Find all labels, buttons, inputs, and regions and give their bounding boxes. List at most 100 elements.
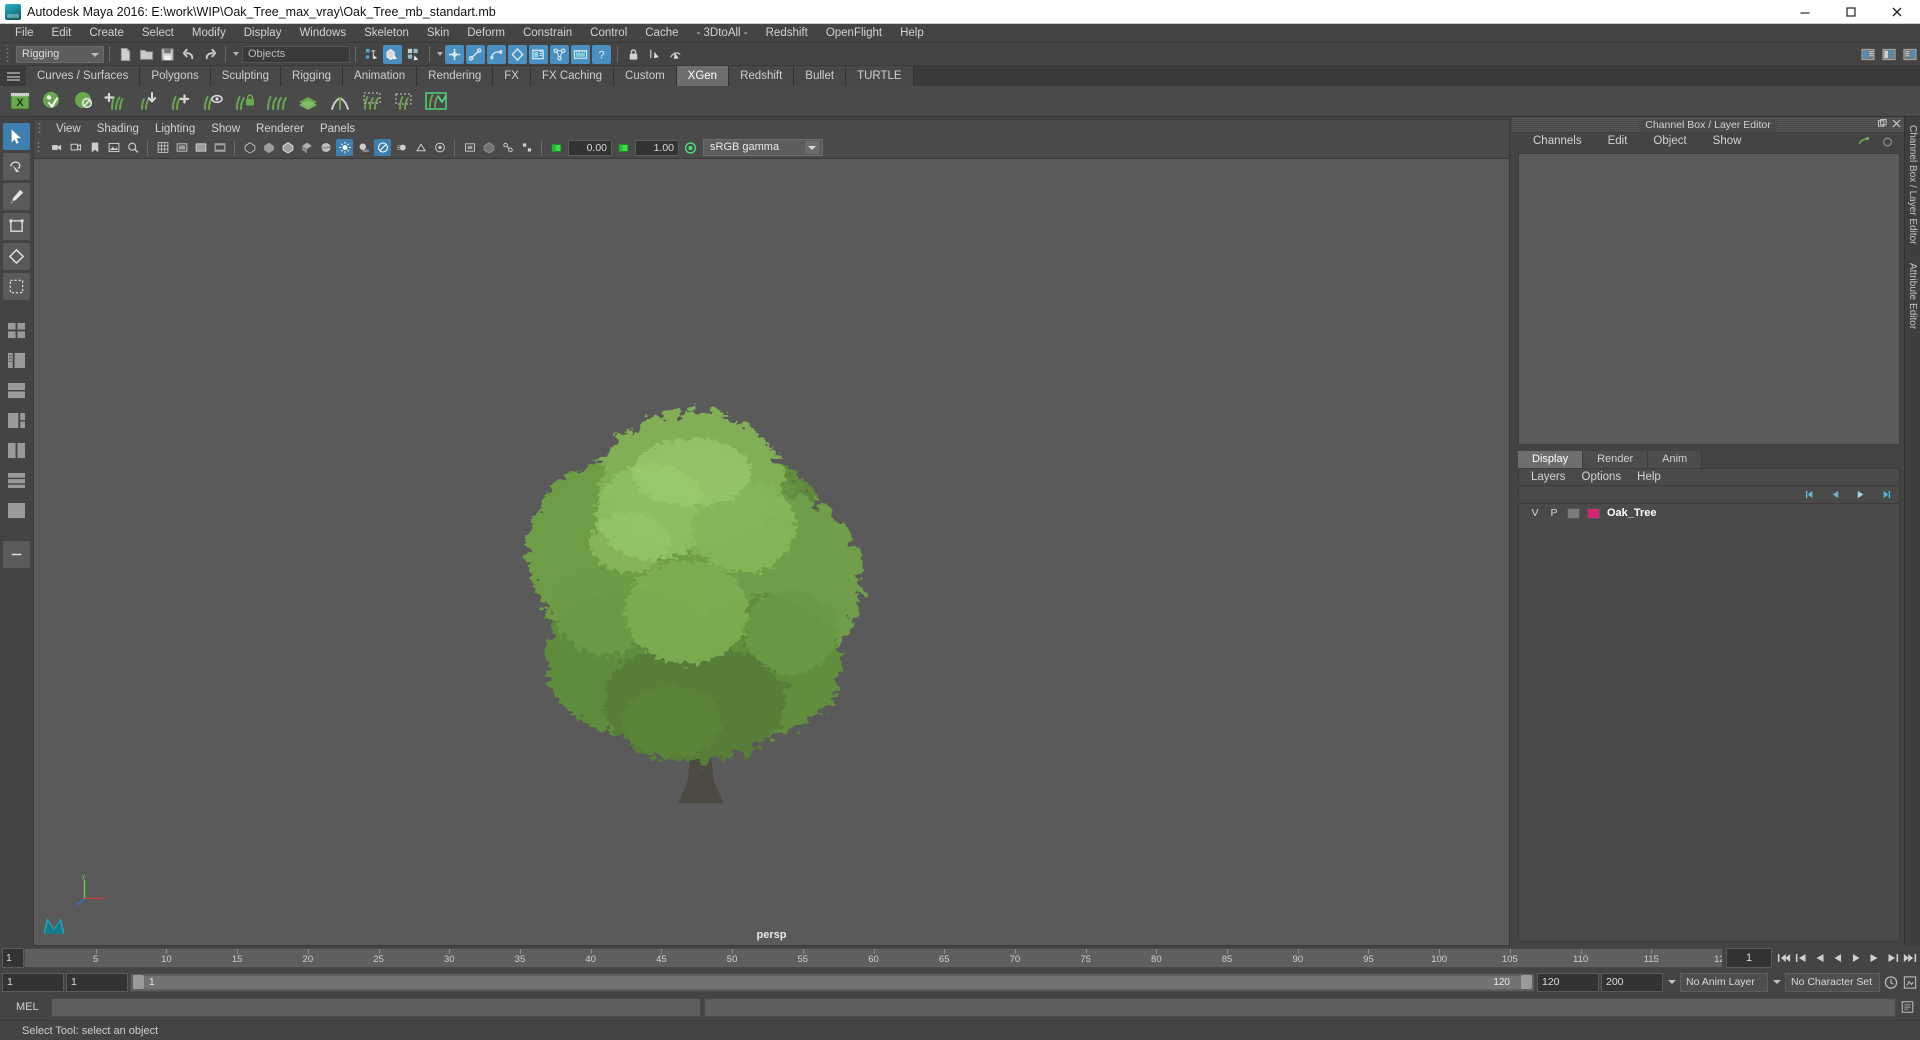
toolbar-grip[interactable]	[4, 45, 12, 63]
image-plane-icon[interactable]	[105, 139, 122, 156]
open-channel-box-icon[interactable]	[1900, 45, 1919, 64]
color-management-icon[interactable]	[682, 139, 699, 156]
xray-active-components-icon[interactable]	[518, 139, 535, 156]
range-end-field[interactable]: 120	[1537, 972, 1599, 992]
channel-box-content[interactable]	[1518, 153, 1900, 445]
go-to-end-icon[interactable]	[1901, 949, 1918, 968]
menu-3dtoall[interactable]: - 3DtoAll -	[688, 24, 757, 43]
current-frame-field[interactable]: 1	[1726, 948, 1772, 968]
layer-menu-options[interactable]: Options	[1574, 468, 1630, 486]
menu-file[interactable]: File	[6, 24, 43, 43]
menu-set-selector[interactable]: Rigging	[16, 45, 104, 63]
lighting-icon[interactable]	[336, 139, 353, 156]
layer-tab-display[interactable]: Display	[1518, 451, 1584, 468]
command-response-field[interactable]	[704, 997, 1896, 1017]
range-start-field[interactable]: 1	[66, 972, 128, 992]
chevron-down-icon[interactable]	[1665, 973, 1678, 992]
script-editor-icon[interactable]	[1899, 998, 1916, 1017]
panel-menu-show[interactable]: Show	[203, 120, 248, 138]
shelf-tab-rendering[interactable]: Rendering	[417, 66, 494, 86]
shelf-tab-polygons[interactable]: Polygons	[140, 66, 211, 86]
snap-to-grid-icon[interactable]	[645, 45, 664, 64]
channel-box-menu-channels[interactable]: Channels	[1520, 132, 1595, 151]
panel-menu-panels[interactable]: Panels	[312, 120, 363, 138]
panel-menu-view[interactable]: View	[48, 120, 89, 138]
two-pane-layout[interactable]	[3, 437, 30, 464]
layer-ghost-icon[interactable]	[1852, 486, 1869, 503]
range-end-grip[interactable]	[1521, 975, 1532, 989]
menu-modify[interactable]: Modify	[183, 24, 235, 43]
range-bar[interactable]: 1 120	[133, 975, 1532, 989]
mask-deformers-icon[interactable]	[508, 44, 527, 64]
last-tool-used[interactable]	[3, 541, 30, 568]
menu-select[interactable]: Select	[133, 24, 183, 43]
xgen-density-icon[interactable]	[293, 87, 323, 115]
xgen-region-select-icon[interactable]	[357, 87, 387, 115]
selection-mask-field[interactable]: Objects	[242, 45, 350, 63]
persp-hypershade-layout[interactable]	[3, 407, 30, 434]
minimize-icon[interactable]	[1782, 0, 1828, 23]
gamma-value[interactable]: 1.00	[635, 139, 679, 156]
screen-space-ao-icon[interactable]	[374, 139, 391, 156]
paint-select-tool[interactable]	[3, 183, 30, 210]
menu-edit[interactable]: Edit	[43, 24, 81, 43]
step-forward-key-icon[interactable]	[1883, 949, 1900, 968]
open-attribute-editor-icon[interactable]	[1858, 45, 1877, 64]
perspective-viewport[interactable]: y x z persp	[33, 158, 1510, 946]
select-by-object-icon[interactable]	[383, 44, 402, 64]
layer-menu-help[interactable]: Help	[1629, 468, 1669, 486]
layer-shading-swatch[interactable]	[1567, 507, 1580, 519]
motion-blur-icon[interactable]	[393, 139, 410, 156]
command-line-label[interactable]: MEL	[4, 1001, 48, 1013]
persp-outliner-layout[interactable]	[3, 347, 30, 374]
film-gate-icon[interactable]	[173, 139, 190, 156]
textured-icon[interactable]	[317, 139, 334, 156]
multisample-icon[interactable]	[412, 139, 429, 156]
xray-icon[interactable]	[480, 139, 497, 156]
menu-constrain[interactable]: Constrain	[514, 24, 581, 43]
shelf-tab-custom[interactable]: Custom	[614, 66, 677, 86]
layer-next-icon[interactable]	[1877, 486, 1894, 503]
open-scene-icon[interactable]	[137, 45, 156, 64]
mask-dropdown-icon[interactable]	[435, 45, 444, 64]
rotate-tool[interactable]	[3, 243, 30, 270]
mask-rendering-icon[interactable]	[550, 44, 569, 64]
mask-curves-icon[interactable]	[466, 44, 485, 64]
open-tool-settings-icon[interactable]	[1879, 45, 1898, 64]
panel-menu-lighting[interactable]: Lighting	[147, 120, 203, 138]
camera-attributes-icon[interactable]	[67, 139, 84, 156]
save-scene-icon[interactable]	[158, 45, 177, 64]
mask-help-icon[interactable]: ?	[592, 44, 611, 64]
lasso-select-tool[interactable]	[3, 153, 30, 180]
menu-windows[interactable]: Windows	[290, 24, 355, 43]
layer-color-swatch[interactable]	[1587, 507, 1600, 519]
range-start-grip[interactable]	[133, 975, 144, 989]
layer-tab-render[interactable]: Render	[1583, 451, 1649, 468]
gate-mask-icon[interactable]	[211, 139, 228, 156]
xgen-preview-icon[interactable]	[37, 87, 67, 115]
layer-visibility-toggle[interactable]: V	[1529, 507, 1541, 519]
menu-deform[interactable]: Deform	[458, 24, 514, 43]
color-management-selector[interactable]: sRGB gamma	[703, 139, 823, 156]
shelf-tab-fx-caching[interactable]: FX Caching	[530, 66, 615, 86]
resolution-gate-icon[interactable]	[192, 139, 209, 156]
panel-menu-renderer[interactable]: Renderer	[248, 120, 312, 138]
channel-box-menu-object[interactable]: Object	[1640, 132, 1699, 151]
shelf-tab-animation[interactable]: Animation	[343, 66, 418, 86]
channel-box-icon[interactable]	[1855, 133, 1872, 150]
layer-prev-icon[interactable]	[1802, 486, 1819, 503]
xgen-guide-select-icon[interactable]	[389, 87, 419, 115]
exposure-toggle-icon[interactable]	[548, 139, 565, 156]
single-pane-layout[interactable]	[3, 497, 30, 524]
wireframe-shading-icon[interactable]	[241, 139, 258, 156]
shelf-tab-bullet[interactable]: Bullet	[794, 66, 847, 86]
play-forwards-icon[interactable]	[1847, 949, 1864, 968]
gamma-toggle-icon[interactable]	[615, 139, 632, 156]
three-pane-layout[interactable]	[3, 467, 30, 494]
shelf-tab-sculpting[interactable]: Sculpting	[210, 66, 282, 86]
two-d-pan-zoom-icon[interactable]	[124, 139, 141, 156]
mask-surfaces-icon[interactable]	[487, 44, 506, 64]
anim-layer-selector[interactable]: No Anim Layer	[1680, 972, 1768, 992]
time-slider-track[interactable]: 5 10 15 20 25 30 35 40 45 50 55 60 65 70 75 80 85 90 95 100…	[24, 948, 1723, 968]
menu-create[interactable]: Create	[80, 24, 133, 43]
